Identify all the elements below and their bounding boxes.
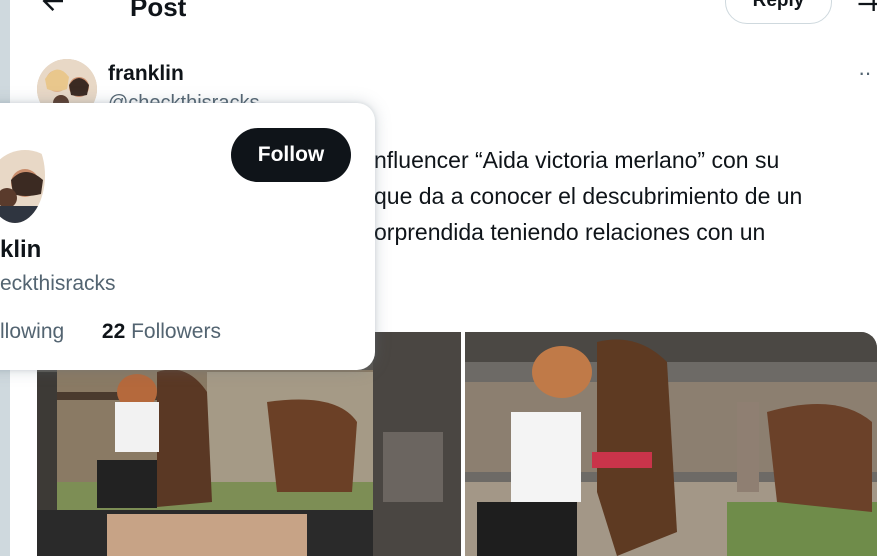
page-title: Post (130, 0, 187, 22)
reply-button[interactable]: Reply (725, 0, 832, 24)
more-horizontal-icon: ·· (858, 60, 872, 85)
followers-count[interactable]: 22 (102, 320, 125, 343)
post-header: Post Reply (10, 0, 877, 28)
hover-card-avatar[interactable] (0, 128, 45, 223)
post-text-line: orprendida teniendo relaciones con un (374, 219, 766, 245)
following-link[interactable]: llowing (0, 320, 64, 343)
arrow-left-icon (42, 0, 63, 11)
hover-card-name[interactable]: klin (0, 236, 41, 264)
post-text-line: que da a conocer el descubrimiento de un (374, 183, 803, 209)
extend-icon (858, 0, 877, 11)
hover-card-stats: llowing 22 Followers (0, 320, 221, 344)
post-text-line: nfluencer “Aida victoria merlano” con su (374, 147, 780, 173)
more-options-button[interactable]: ·· (858, 60, 872, 86)
hover-card-content: Follow klin eckthisracks llowing 22 Foll… (0, 103, 375, 370)
extend-button[interactable] (855, 0, 877, 18)
author-name[interactable]: franklin (108, 62, 184, 86)
followers-label[interactable]: Followers (131, 320, 221, 343)
avatar-image (0, 128, 45, 223)
profile-hover-card: Follow klin eckthisracks llowing 22 Foll… (0, 103, 375, 370)
follow-button[interactable]: Follow (231, 128, 351, 182)
post-text: nfluencer “Aida victoria merlano” con su… (374, 142, 874, 250)
hover-card-handle: eckthisracks (0, 272, 116, 295)
back-button[interactable] (38, 0, 68, 16)
